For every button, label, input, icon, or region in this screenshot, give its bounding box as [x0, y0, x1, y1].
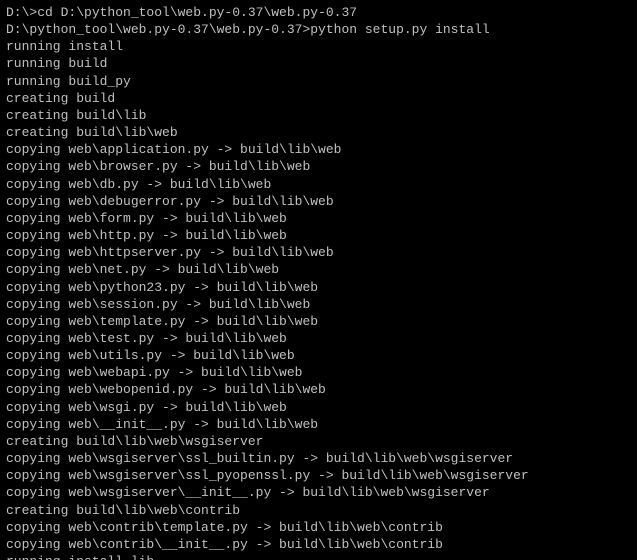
- terminal-line-33: running install_lib: [6, 553, 631, 560]
- terminal-line-29: copying web\wsgiserver\__init__.py -> bu…: [6, 484, 631, 501]
- terminal-line-25: copying web\__init__.py -> build\lib\web: [6, 416, 631, 433]
- terminal-line-2: D:\python_tool\web.py-0.37\web.py-0.37>p…: [6, 21, 631, 38]
- terminal-line-24: copying web\wsgi.py -> build\lib\web: [6, 399, 631, 416]
- terminal-line-21: copying web\utils.py -> build\lib\web: [6, 347, 631, 364]
- terminal-window: D:\>cd D:\python_tool\web.py-0.37\web.py…: [0, 0, 637, 560]
- terminal-line-6: creating build: [6, 90, 631, 107]
- terminal-line-10: copying web\browser.py -> build\lib\web: [6, 158, 631, 175]
- terminal-line-23: copying web\webopenid.py -> build\lib\we…: [6, 381, 631, 398]
- terminal-line-7: creating build\lib: [6, 107, 631, 124]
- terminal-line-19: copying web\template.py -> build\lib\web: [6, 313, 631, 330]
- terminal-line-22: copying web\webapi.py -> build\lib\web: [6, 364, 631, 381]
- terminal-line-3: running install: [6, 38, 631, 55]
- terminal-line-11: copying web\db.py -> build\lib\web: [6, 176, 631, 193]
- terminal-line-31: copying web\contrib\template.py -> build…: [6, 519, 631, 536]
- terminal-line-18: copying web\session.py -> build\lib\web: [6, 296, 631, 313]
- terminal-line-27: copying web\wsgiserver\ssl_builtin.py ->…: [6, 450, 631, 467]
- terminal-line-12: copying web\debugerror.py -> build\lib\w…: [6, 193, 631, 210]
- terminal-line-8: creating build\lib\web: [6, 124, 631, 141]
- terminal-line-30: creating build\lib\web\contrib: [6, 502, 631, 519]
- terminal-line-0: D:\>cd D:\python_tool\web.py-0.37\web.py…: [6, 4, 631, 21]
- terminal-line-28: copying web\wsgiserver\ssl_pyopenssl.py …: [6, 467, 631, 484]
- terminal-line-5: running build_py: [6, 73, 631, 90]
- terminal-line-26: creating build\lib\web\wsgiserver: [6, 433, 631, 450]
- terminal-line-4: running build: [6, 55, 631, 72]
- terminal-line-13: copying web\form.py -> build\lib\web: [6, 210, 631, 227]
- terminal-line-14: copying web\http.py -> build\lib\web: [6, 227, 631, 244]
- terminal-line-16: copying web\net.py -> build\lib\web: [6, 261, 631, 278]
- terminal-line-20: copying web\test.py -> build\lib\web: [6, 330, 631, 347]
- terminal-line-15: copying web\httpserver.py -> build\lib\w…: [6, 244, 631, 261]
- terminal-line-32: copying web\contrib\__init__.py -> build…: [6, 536, 631, 553]
- terminal-line-9: copying web\application.py -> build\lib\…: [6, 141, 631, 158]
- terminal-line-17: copying web\python23.py -> build\lib\web: [6, 279, 631, 296]
